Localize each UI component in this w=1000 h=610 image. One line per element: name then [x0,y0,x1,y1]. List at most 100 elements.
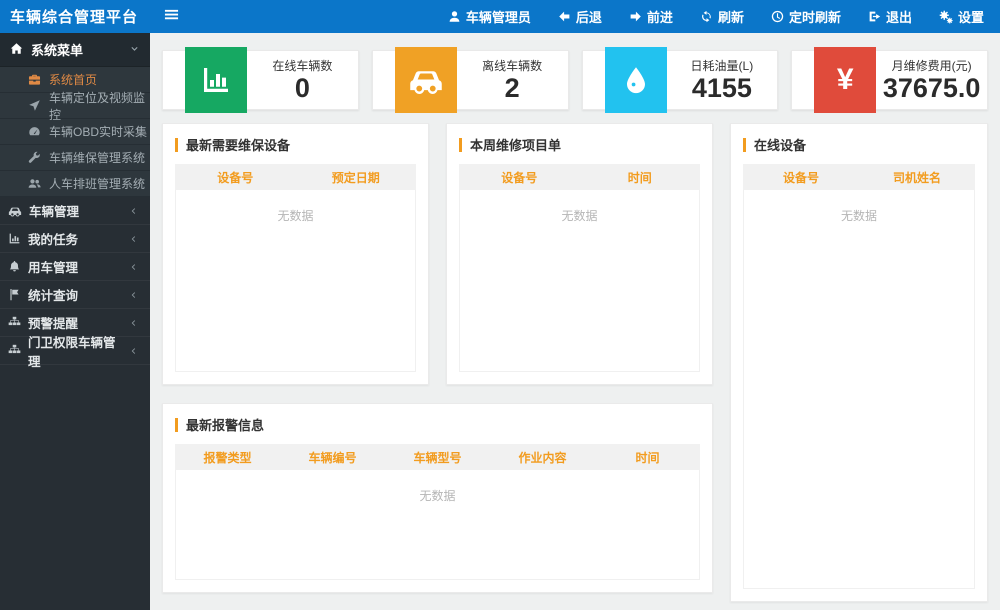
sidebar-item-label: 系统首页 [49,73,98,87]
empty-text: 无数据 [277,209,314,223]
refresh-icon [700,10,713,23]
chevron-left-icon [129,234,139,244]
sitemap-icon [8,316,21,329]
wrench-icon [28,151,41,164]
panel-title-text: 最新报警信息 [186,418,265,433]
stat-text: 月维修费用(元) 37675.0 [876,57,987,102]
app-title: 车辆综合管理平台 [10,9,139,26]
bar-chart-icon [185,47,247,113]
sign-out-icon [868,10,881,23]
table: 设备号 司机姓名 无数据 [743,164,975,589]
stat-card-monthly-repair-cost: ¥ 月维修费用(元) 37675.0 [791,47,988,113]
sidebar-item-label: 预警提醒 [28,317,79,331]
accent-bar [175,137,178,152]
stat-text: 在线车辆数 0 [247,57,358,102]
panel-title: 最新报警信息 [163,404,712,441]
menu-toggle-button[interactable] [164,7,179,27]
empty-text: 无数据 [840,209,877,223]
table: 设备号 预定日期 无数据 [175,164,416,372]
sidebar-header-system-menu[interactable]: 系统菜单 [0,33,150,67]
sidebar-item-statistics-query[interactable]: 统计查询 [0,281,150,309]
panel-latest-alarms: 最新报警信息 报警类型 车辆编号 车辆型号 作业内容 时间 无数据 [162,403,713,593]
table-header: 设备号 司机姓名 [743,164,975,190]
logout-button[interactable]: 退出 [868,7,912,26]
column-header: 预定日期 [331,170,380,185]
location-arrow-icon [28,99,41,112]
table-header: 报警类型 车辆编号 车辆型号 作业内容 时间 [175,444,700,470]
refresh-button[interactable]: 刷新 [700,7,744,26]
main-content: 在线车辆数 0 离线车辆数 2 日耗油量(L) 4155 ¥ 月维修费用(元) … [150,33,1000,602]
sidebar-item-staff-scheduling[interactable]: 人车排班管理系统 [0,171,150,197]
sidebar-item-label: 门卫权限车辆管理 [28,335,116,369]
flag-icon [8,288,21,301]
sidebar: 系统菜单 系统首页 车辆定位及视频监控 车辆OBD实时采集 车辆维保管理系统 人… [0,33,150,610]
sidebar-item-vehicle-use-management[interactable]: 用车管理 [0,253,150,281]
column-header: 设备号 [217,170,254,185]
sidebar-item-label: 车辆定位及视频监控 [49,90,146,122]
sidebar-header-label: 系统菜单 [31,43,84,58]
table: 设备号 时间 无数据 [459,164,700,372]
chevron-left-icon [129,318,139,328]
column-header: 时间 [635,450,660,465]
user-icon [448,10,461,23]
sidebar-item-my-tasks[interactable]: 我的任务 [0,225,150,253]
topbar-actions: 车辆管理员 后退 前进 刷新 定时刷新 退出 设置 [448,7,1000,26]
right-panels-column: 在线设备 设备号 司机姓名 无数据 [730,123,988,602]
sidebar-item-vehicle-management[interactable]: 车辆管理 [0,197,150,225]
yen-glyph: ¥ [836,63,854,96]
stat-text: 离线车辆数 2 [457,57,568,102]
stat-value: 4155 [691,73,752,104]
gears-icon [939,10,953,24]
sidebar-item-vehicle-location-video[interactable]: 车辆定位及视频监控 [0,91,150,122]
settings-label: 设置 [957,10,984,25]
topbar: 车辆综合管理平台 车辆管理员 后退 前进 刷新 定时刷新 退出 设置 [0,0,1000,33]
sidebar-item-label: 用车管理 [28,261,79,275]
forward-button[interactable]: 前进 [629,7,673,26]
column-header: 车辆型号 [413,450,462,465]
dashboard-icon [28,125,41,138]
table-empty-state: 无数据 [459,190,700,372]
panel-title: 最新需要维保设备 [163,124,428,161]
briefcase-icon [28,73,41,86]
clock-icon [771,10,784,23]
home-icon [10,42,23,58]
sidebar-item-label: 我的任务 [28,233,79,247]
arrow-left-icon [558,10,571,23]
column-header: 设备号 [782,170,819,185]
sidebar-item-label: 车辆管理 [29,205,80,219]
panel-title: 在线设备 [731,124,987,161]
stat-value: 2 [504,73,520,104]
column-header: 设备号 [501,170,538,185]
table-header: 设备号 预定日期 [175,164,416,190]
drop-icon [604,47,667,113]
settings-button[interactable]: 设置 [939,7,984,26]
column-header: 报警类型 [203,450,252,465]
left-panels-column: 最新需要维保设备 设备号 预定日期 无数据 本周维修项目单 设备号 时间 无数据… [162,123,713,593]
table-empty-state: 无数据 [175,470,700,580]
user-menu[interactable]: 车辆管理员 [448,7,531,26]
stat-label: 在线车辆数 [272,59,333,74]
accent-bar [175,417,178,432]
hamburger-icon [164,7,179,27]
back-button[interactable]: 后退 [558,7,602,26]
empty-text: 无数据 [561,209,598,223]
sidebar-item-gate-permission-vehicle-management[interactable]: 门卫权限车辆管理 [0,336,150,369]
sidebar-item-label: 车辆OBD实时采集 [49,125,148,139]
accent-bar [743,137,746,152]
timed-refresh-label: 定时刷新 [788,10,841,25]
timed-refresh-button[interactable]: 定时刷新 [771,7,841,26]
panel-maintenance-devices: 最新需要维保设备 设备号 预定日期 无数据 [162,123,429,385]
chevron-down-icon [129,44,140,55]
chevron-left-icon [129,346,139,356]
sidebar-item-vehicle-maintenance[interactable]: 车辆维保管理系统 [0,145,150,171]
accent-bar [459,137,462,152]
car-icon [8,204,22,218]
sidebar-item-label: 车辆维保管理系统 [49,151,146,165]
column-header: 车辆编号 [308,450,357,465]
sidebar-item-label: 统计查询 [28,289,79,303]
bar-chart-icon [8,232,21,245]
sidebar-item-vehicle-obd[interactable]: 车辆OBD实时采集 [0,119,150,145]
refresh-label: 刷新 [717,10,744,25]
stat-label: 离线车辆数 [482,59,543,74]
forward-label: 前进 [646,10,673,25]
